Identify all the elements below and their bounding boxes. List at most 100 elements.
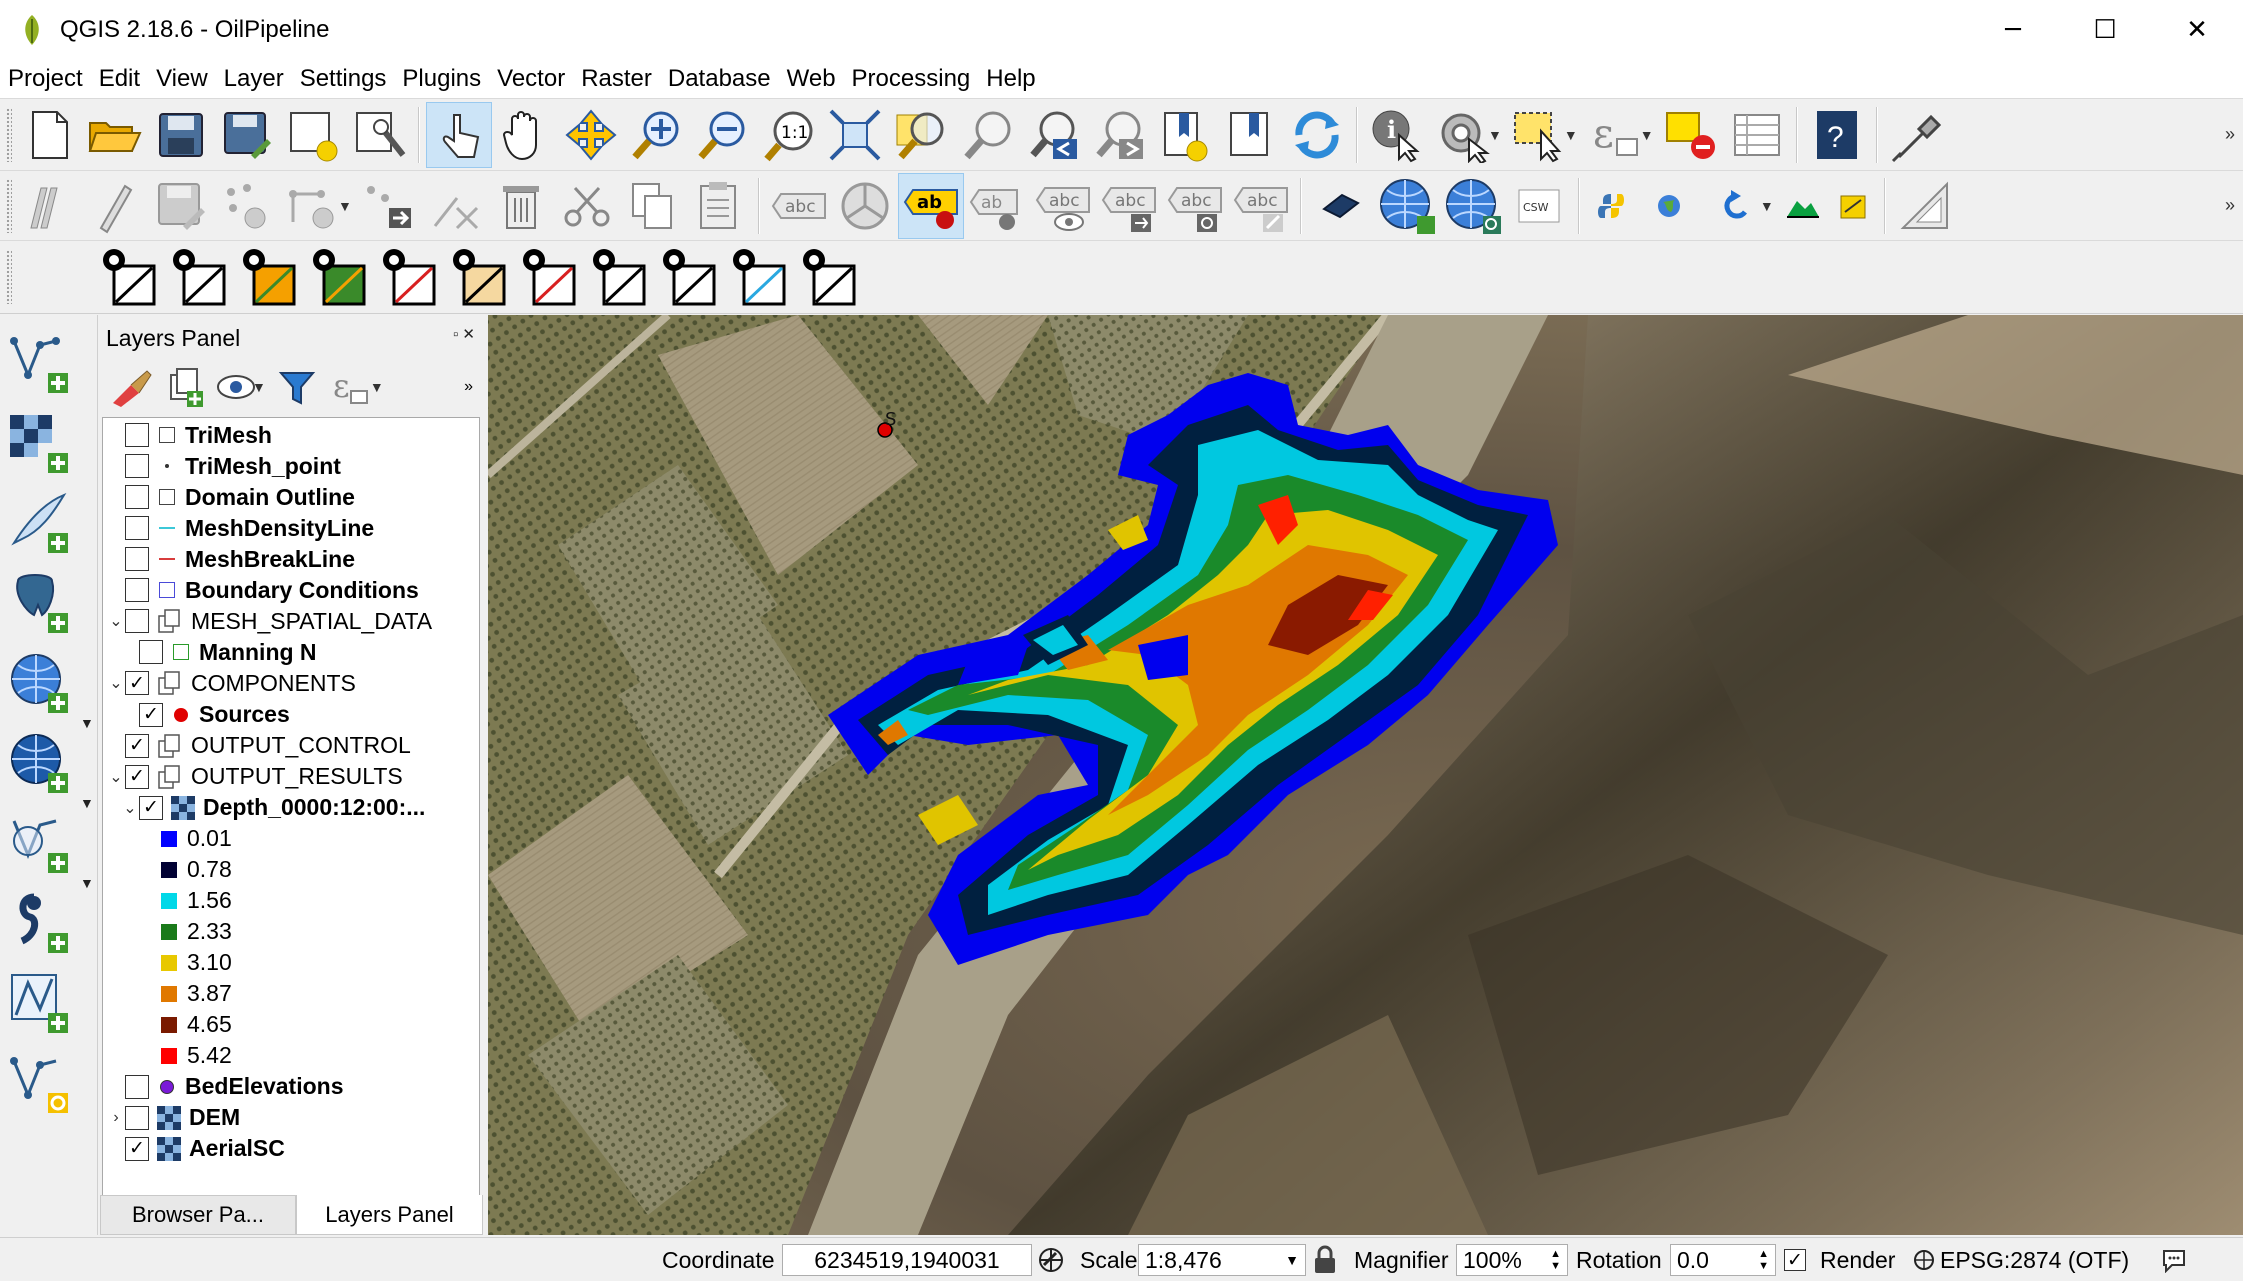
- menu-help[interactable]: Help: [986, 65, 1045, 93]
- model-component-5-icon[interactable]: [376, 244, 446, 310]
- add-delimited-text-icon[interactable]: [4, 487, 76, 559]
- layer-row[interactable]: ✓ AerialSC: [107, 1134, 285, 1164]
- new-bookmark-icon[interactable]: [1152, 102, 1218, 168]
- select-by-expression-icon[interactable]: ε: [1582, 102, 1648, 168]
- move-label-icon[interactable]: abc: [1096, 173, 1162, 239]
- touch-zoom-icon[interactable]: [426, 101, 492, 168]
- layer-visibility-checkbox[interactable]: [139, 640, 163, 665]
- close-button[interactable]: ✕: [2151, 0, 2243, 60]
- sketch-icon[interactable]: [1828, 173, 1878, 239]
- panel-toolbar-overflow-icon[interactable]: »: [464, 378, 473, 396]
- zoom-last-icon[interactable]: [1020, 102, 1086, 168]
- render-checkbox[interactable]: ✓: [1784, 1244, 1814, 1276]
- zoom-out-icon[interactable]: [690, 102, 756, 168]
- pan-to-selection-icon[interactable]: [558, 102, 624, 168]
- add-raster-layer-icon[interactable]: [4, 407, 76, 479]
- label-tool-icon[interactable]: abc: [766, 173, 832, 239]
- expand-toggle-icon[interactable]: ›: [107, 1109, 125, 1127]
- layer-visibility-checkbox[interactable]: [125, 1105, 149, 1130]
- layer-row[interactable]: ⌄ ✓ COMPONENTS: [107, 668, 356, 698]
- model-component-4-icon[interactable]: [306, 244, 376, 310]
- menu-view[interactable]: View: [156, 65, 218, 93]
- tab-browser-panel[interactable]: Browser Pa...: [100, 1195, 296, 1235]
- new-shapefile-icon[interactable]: [4, 1047, 76, 1119]
- layer-visibility-checkbox[interactable]: ✓: [139, 702, 163, 727]
- menu-web[interactable]: Web: [787, 65, 846, 93]
- add-vector-layer-icon[interactable]: [4, 327, 76, 399]
- toolbar-overflow-icon[interactable]: »: [2225, 124, 2235, 145]
- coordinate-field[interactable]: 6234519,1940031: [782, 1244, 1032, 1276]
- help-icon[interactable]: ?: [1804, 102, 1870, 168]
- menu-edit[interactable]: Edit: [99, 65, 150, 93]
- toggle-editing-icon[interactable]: [82, 173, 148, 239]
- filter-by-expression-icon[interactable]: ε: [324, 361, 378, 413]
- manage-visibility-icon[interactable]: [212, 361, 266, 413]
- expand-toggle-icon[interactable]: ⌄: [121, 798, 139, 818]
- layer-row[interactable]: Domain Outline: [107, 482, 355, 512]
- menu-raster[interactable]: Raster: [581, 65, 662, 93]
- save-project-as-icon[interactable]: [214, 102, 280, 168]
- paste-features-icon[interactable]: [686, 173, 752, 239]
- menu-database[interactable]: Database: [668, 65, 781, 93]
- add-postgis-layer-icon[interactable]: [4, 567, 76, 639]
- layer-visibility-checkbox[interactable]: [125, 516, 149, 541]
- vertex-tool-icon[interactable]: [280, 173, 346, 239]
- layer-visibility-checkbox[interactable]: ✓: [125, 764, 149, 789]
- highlight-labels-icon[interactable]: ab: [964, 173, 1030, 239]
- layer-visibility-checkbox[interactable]: [125, 485, 149, 510]
- show-hide-labels-icon[interactable]: abc: [1030, 173, 1096, 239]
- scale-combobox[interactable]: 1:8,476 ▼: [1138, 1244, 1306, 1276]
- layer-row[interactable]: ⌄ ✓ OUTPUT_RESULTS: [107, 762, 402, 792]
- model-component-6-icon[interactable]: [446, 244, 516, 310]
- save-project-icon[interactable]: [148, 102, 214, 168]
- layer-row[interactable]: TriMesh: [107, 420, 272, 450]
- add-feature-icon[interactable]: [214, 173, 280, 239]
- current-edits-icon[interactable]: [16, 173, 82, 239]
- layer-visibility-checkbox[interactable]: [125, 547, 149, 572]
- layer-visibility-checkbox[interactable]: ✓: [125, 1136, 149, 1161]
- layer-row[interactable]: MeshDensityLine: [107, 513, 374, 543]
- model-component-9-icon[interactable]: [656, 244, 726, 310]
- menu-project[interactable]: Project: [8, 65, 93, 93]
- render-check-icon[interactable]: ✓: [1784, 1249, 1806, 1271]
- map-render[interactable]: S: [488, 315, 2243, 1235]
- metasearch-icon[interactable]: [1308, 173, 1374, 239]
- pan-map-icon[interactable]: [492, 102, 558, 168]
- layer-row[interactable]: BedElevations: [107, 1072, 344, 1102]
- layer-row[interactable]: Boundary Conditions: [107, 575, 419, 605]
- undo-icon[interactable]: [1702, 173, 1768, 239]
- refresh-icon[interactable]: [1284, 102, 1350, 168]
- add-wfs-layer-icon[interactable]: [4, 727, 76, 799]
- georeferencer-icon[interactable]: [1636, 173, 1702, 239]
- model-component-3-icon[interactable]: [236, 244, 306, 310]
- layer-row[interactable]: MeshBreakLine: [107, 544, 355, 574]
- select-features-icon[interactable]: [1506, 102, 1572, 168]
- add-spatialite-layer-icon[interactable]: [4, 887, 76, 959]
- add-wms-layer-icon[interactable]: [4, 647, 76, 719]
- cut-features-icon[interactable]: [554, 173, 620, 239]
- menu-processing[interactable]: Processing: [852, 65, 981, 93]
- open-project-icon[interactable]: [82, 102, 148, 168]
- expand-toggle-icon[interactable]: ⌄: [107, 611, 125, 631]
- composer-manager-icon[interactable]: [346, 102, 412, 168]
- model-component-1-icon[interactable]: [96, 244, 166, 310]
- show-bookmarks-icon[interactable]: [1218, 102, 1284, 168]
- measure-icon[interactable]: [1892, 173, 1958, 239]
- expand-toggle-icon[interactable]: ⌄: [107, 673, 125, 693]
- magnifier-stepper-icon[interactable]: ▲ ▼: [1550, 1248, 1561, 1272]
- panel-float-close-icons[interactable]: ▫ ✕: [453, 325, 475, 343]
- layer-visibility-checkbox[interactable]: [125, 578, 149, 603]
- toggle-extents-icon[interactable]: [1036, 1244, 1066, 1276]
- model-component-7-icon[interactable]: [516, 244, 586, 310]
- menu-plugins[interactable]: Plugins: [402, 65, 491, 93]
- python-console-icon[interactable]: [1586, 173, 1636, 239]
- open-attribute-table-icon[interactable]: [1724, 102, 1790, 168]
- layer-row[interactable]: ✓ Sources: [121, 700, 290, 730]
- add-virtual-layer-icon[interactable]: [4, 807, 76, 879]
- messages-icon[interactable]: [2160, 1244, 2188, 1276]
- style-manager-icon[interactable]: [104, 361, 158, 413]
- layer-visibility-checkbox[interactable]: ✓: [125, 671, 149, 696]
- pin-labels-icon[interactable]: ab: [897, 172, 964, 239]
- wms-layer-icon[interactable]: [1374, 173, 1440, 239]
- change-label-icon[interactable]: abc: [1228, 173, 1294, 239]
